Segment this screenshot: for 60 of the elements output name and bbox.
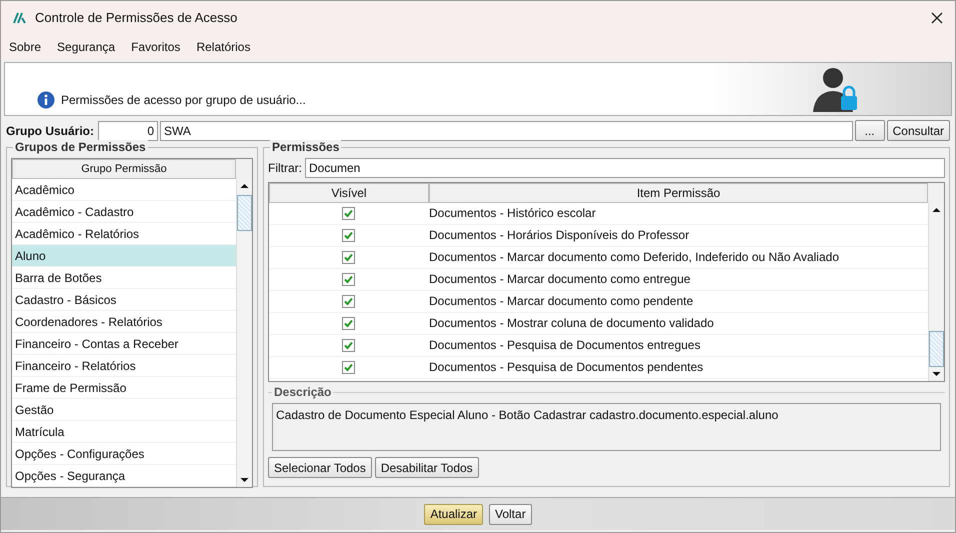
- table-cell-text: Documentos - Histórico escolar: [428, 205, 597, 222]
- scroll-thumb[interactable]: [929, 331, 944, 367]
- filter-field[interactable]: Documen: [305, 158, 945, 178]
- group-item[interactable]: Opções - Configurações: [12, 443, 236, 465]
- scrollbar[interactable]: [236, 179, 252, 487]
- group-item[interactable]: Opções - Segurança: [12, 465, 236, 487]
- table-cell-text: Documentos - Marcar documento como Deferido, Indeferido ou Não Avaliado: [428, 249, 840, 266]
- checkbox[interactable]: [342, 251, 354, 264]
- group-item[interactable]: Acadêmico: [12, 179, 236, 201]
- group-name-field[interactable]: SWA: [160, 120, 853, 140]
- checkbox[interactable]: [342, 229, 354, 242]
- scrollbar[interactable]: [928, 203, 944, 381]
- group-item[interactable]: Financeiro - Relatórios: [12, 355, 236, 377]
- group-code-field[interactable]: 0: [98, 120, 158, 140]
- browse-button[interactable]: ...: [854, 120, 885, 141]
- table-cell-text: Documentos - Mostrar coluna de documento validado: [428, 315, 715, 332]
- description-text: Cadastro de Documento Especial Aluno - Botão Cadastrar cadastro.documento.especial.aluno: [272, 403, 941, 451]
- table-cell-text: Documentos - Marcar documento como entregue: [428, 271, 692, 288]
- panel-button[interactable]: Desabilitar Todos: [374, 457, 479, 478]
- checkbox[interactable]: [342, 361, 354, 374]
- user-group-label: Grupo Usuário:: [6, 124, 94, 138]
- column-header[interactable]: Visível: [269, 183, 429, 203]
- scroll-thumb[interactable]: [237, 195, 252, 231]
- group-item[interactable]: Acadêmico - Cadastro: [12, 201, 236, 223]
- group-item[interactable]: Barra de Botões: [12, 267, 236, 289]
- checkbox[interactable]: [342, 207, 354, 220]
- query-button[interactable]: Consultar: [886, 120, 950, 141]
- group-item[interactable]: Frame de Permissão: [12, 377, 236, 399]
- table-cell-text: Documentos - Pesquisa de Documentos pendentes: [428, 359, 704, 376]
- menu-item[interactable]: Relatórios: [196, 40, 250, 54]
- footer-button[interactable]: Atualizar: [424, 504, 483, 524]
- menu-item[interactable]: Sobre: [9, 40, 42, 54]
- group-item[interactable]: Coordenadores - Relatórios: [12, 311, 236, 333]
- table-cell-text: Documentos - Marcar documento como pendente: [428, 293, 694, 310]
- menu-item[interactable]: Segurança: [57, 40, 116, 54]
- checkbox[interactable]: [342, 317, 354, 330]
- group-item[interactable]: Gestão: [12, 399, 236, 421]
- group-item[interactable]: Cadastro - Básicos: [12, 289, 236, 311]
- column-header[interactable]: Grupo Permissão: [12, 159, 236, 179]
- app-logo-icon: [13, 12, 27, 24]
- panel-button[interactable]: Selecionar Todos: [268, 457, 372, 478]
- menu-item[interactable]: Favoritos: [131, 40, 180, 54]
- filter-label: Filtrar:: [268, 161, 302, 175]
- table-cell-text: Documentos - Horários Disponíveis do Professor: [428, 227, 690, 244]
- checkbox[interactable]: [342, 273, 354, 286]
- panel-title: Permissões: [270, 140, 342, 154]
- info-icon: [37, 91, 55, 109]
- header-message: Permissões de acesso por grupo de usuário...: [61, 93, 306, 107]
- checkbox[interactable]: [342, 295, 354, 308]
- column-header[interactable]: Item Permissão: [429, 183, 928, 203]
- group-item[interactable]: Aluno: [12, 245, 236, 267]
- group-item[interactable]: Financeiro - Contas a Receber: [12, 333, 236, 355]
- window-title: Controle de Permissões de Acesso: [35, 10, 238, 25]
- footer-button[interactable]: Voltar: [489, 504, 532, 524]
- panel-title: Grupos de Permissões: [13, 140, 148, 154]
- close-icon[interactable]: [931, 12, 943, 24]
- description-title: Descrição: [272, 385, 334, 399]
- table-cell-text: Documentos - Pesquisa de Documentos entregues: [428, 337, 702, 354]
- checkbox[interactable]: [342, 339, 354, 352]
- group-item[interactable]: Matrícula: [12, 421, 236, 443]
